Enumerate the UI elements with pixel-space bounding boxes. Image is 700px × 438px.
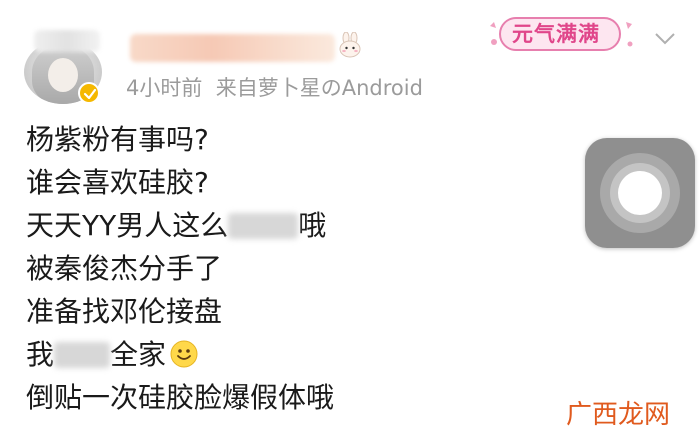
floating-action-button[interactable] bbox=[585, 138, 695, 248]
bunny-icon bbox=[339, 32, 361, 58]
post-line-part: 哦 bbox=[298, 209, 327, 242]
blurred-region bbox=[34, 30, 100, 52]
weibo-post-screen: 4小时前 来自萝卜星のAndroid 元气满满 杨紫粉有事吗? 谁会喜欢硅胶? … bbox=[0, 0, 700, 438]
post-line: 杨紫粉有事吗? bbox=[26, 123, 209, 156]
post-meta: 4小时前 来自萝卜星のAndroid bbox=[126, 72, 423, 102]
smile-emoji-icon bbox=[170, 340, 198, 368]
censored-span bbox=[54, 340, 111, 368]
post-line: 天天YY男人这么 哦 bbox=[26, 204, 334, 247]
vip-badge-icon bbox=[78, 82, 100, 104]
censor-blur bbox=[228, 213, 299, 239]
post-source[interactable]: 来自萝卜星のAndroid bbox=[216, 76, 423, 100]
watermark: 广西龙网 bbox=[566, 394, 671, 430]
post-line: 被秦俊杰分手了 bbox=[26, 252, 223, 285]
post-line: 谁会喜欢硅胶? bbox=[26, 166, 209, 199]
avatar-face bbox=[48, 58, 78, 92]
censored-span bbox=[228, 211, 299, 239]
blurred-username[interactable] bbox=[130, 34, 335, 62]
watermark-text: 广西龙网 bbox=[566, 400, 671, 430]
chevron-down-icon[interactable] bbox=[654, 32, 676, 46]
censor-blur bbox=[54, 342, 111, 368]
post-body: 杨紫粉有事吗? 谁会喜欢硅胶? 天天YY男人这么 哦 被秦俊杰分手了 准备找邓伦接… bbox=[26, 118, 334, 419]
sticker-text: 元气满满 bbox=[512, 22, 600, 46]
post-line: 我 全家 bbox=[26, 333, 334, 376]
post-line: 倒贴一次硅胶脸爆假体哦 bbox=[26, 381, 335, 414]
fab-center bbox=[618, 171, 662, 215]
post-line-part: 天天YY男人这么 bbox=[26, 209, 229, 242]
post-line-part: 全家 bbox=[110, 338, 167, 371]
post-line: 准备找邓伦接盘 bbox=[26, 295, 223, 328]
post-line-part: 我 bbox=[26, 338, 55, 371]
post-timestamp: 4小时前 bbox=[126, 76, 203, 100]
